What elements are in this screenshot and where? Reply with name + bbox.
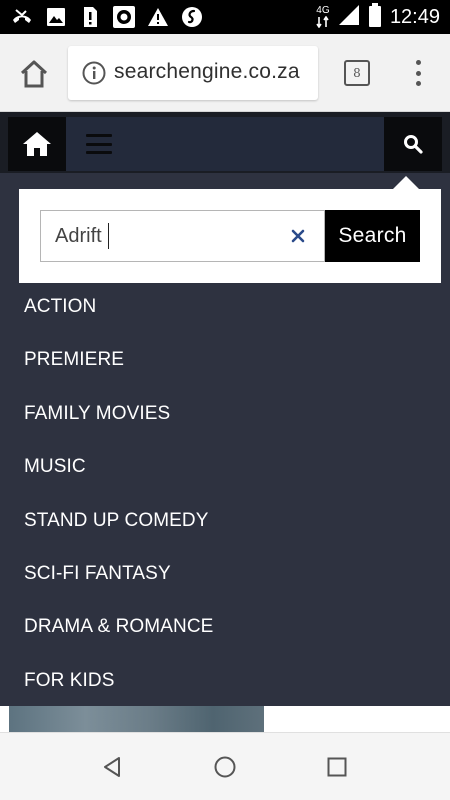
info-icon[interactable]: [82, 61, 106, 85]
notification-icons: [10, 5, 204, 29]
recents-icon[interactable]: [325, 755, 349, 779]
hamburger-line: [86, 134, 112, 137]
hamburger-menu-button[interactable]: [86, 134, 112, 154]
browser-home-button[interactable]: [16, 56, 52, 92]
browser-toolbar: searchengine.co.za 8: [0, 34, 450, 112]
shazam-icon: [180, 5, 204, 29]
system-status: 4G 12:49: [316, 0, 440, 34]
warning-icon: [146, 5, 170, 29]
search-icon: [404, 135, 423, 154]
tab-switcher-button[interactable]: 8: [344, 60, 370, 86]
search-input[interactable]: [40, 210, 325, 262]
hamburger-line: [86, 142, 112, 146]
menu-item-family-movies[interactable]: FAMILY MOVIES: [0, 387, 450, 440]
back-icon[interactable]: [100, 755, 124, 779]
page-content: [0, 706, 450, 732]
category-dropdown: Search ACTION PREMIERE FAMILY MOVIES MUS…: [0, 173, 450, 706]
menu-item-music[interactable]: MUSIC: [0, 440, 450, 493]
clear-search-button[interactable]: [287, 225, 309, 247]
close-icon: [291, 229, 305, 243]
menu-item-sci-fi-fantasy[interactable]: SCI-FI FANTASY: [0, 547, 450, 600]
home-outline-icon: [20, 60, 48, 88]
network-type-label: 4G: [316, 5, 330, 16]
menu-dot: [415, 70, 421, 76]
address-bar[interactable]: searchengine.co.za: [68, 46, 318, 100]
search-toggle-button[interactable]: [384, 117, 442, 171]
image-icon: [44, 5, 68, 29]
home-icon: [23, 132, 51, 156]
battery-icon: [368, 2, 382, 32]
missed-call-icon: [10, 5, 34, 29]
menu-dot: [415, 60, 421, 65]
browser-menu-button[interactable]: [408, 58, 428, 88]
menu-item-for-kids[interactable]: FOR KIDS: [0, 654, 450, 707]
menu-dot: [415, 81, 421, 86]
site-home-button[interactable]: [8, 117, 66, 171]
category-menu: ACTION PREMIERE FAMILY MOVIES MUSIC STAN…: [0, 280, 450, 707]
hamburger-line: [86, 151, 112, 154]
search-panel: Search: [19, 189, 441, 283]
data-arrows-icon: 4G: [316, 6, 330, 28]
menu-item-action[interactable]: ACTION: [0, 280, 450, 333]
text-cursor: [108, 223, 109, 249]
signal-icon: [338, 4, 360, 31]
site-navbar: [0, 112, 450, 173]
movie-poster-image[interactable]: [9, 706, 264, 732]
status-bar: 4G 12:49: [0, 0, 450, 34]
android-nav-bar: [0, 732, 450, 800]
media-icon: [112, 5, 136, 29]
menu-item-drama-romance[interactable]: DRAMA & ROMANCE: [0, 600, 450, 653]
menu-item-stand-up-comedy[interactable]: STAND UP COMEDY: [0, 494, 450, 547]
dropdown-pointer: [393, 176, 419, 189]
home-circle-icon[interactable]: [213, 755, 237, 779]
search-button[interactable]: Search: [325, 210, 420, 262]
menu-item-premiere[interactable]: PREMIERE: [0, 333, 450, 386]
navbar-inner: [8, 117, 442, 171]
sim-alert-icon: [78, 5, 102, 29]
url-text[interactable]: searchengine.co.za: [114, 60, 300, 84]
clock: 12:49: [389, 5, 440, 28]
